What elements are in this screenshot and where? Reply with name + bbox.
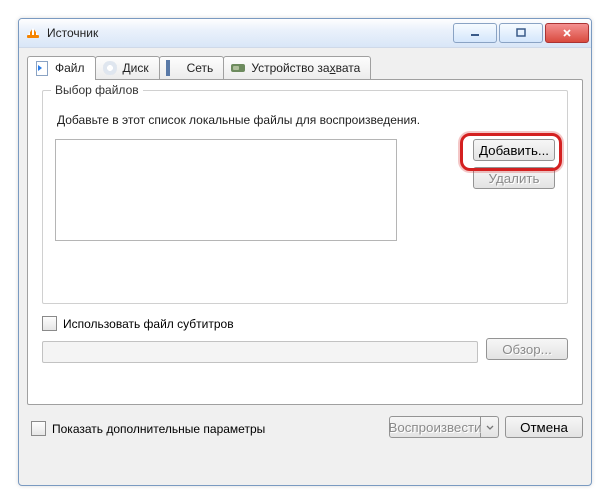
close-button[interactable]	[545, 23, 589, 43]
remove-button: Удалить	[473, 167, 555, 189]
tab-capture[interactable]: Устройство захвата	[223, 56, 371, 79]
checkbox-icon	[42, 316, 57, 331]
tab-file[interactable]: Файл	[27, 56, 96, 80]
tabstrip: Файл Диск Сеть Устройство захвата	[27, 55, 583, 79]
play-split-button[interactable]: Воспроизвести	[389, 416, 499, 444]
dialog-window: Источник Файл Диск Сеть	[18, 18, 592, 486]
titlebar[interactable]: Источник	[19, 19, 591, 48]
hint-text: Добавьте в этот список локальные файлы д…	[57, 113, 555, 127]
tab-label: Устройство захвата	[251, 61, 360, 75]
play-button[interactable]: Воспроизвести	[389, 416, 481, 438]
tab-disc[interactable]: Диск	[95, 56, 160, 79]
browse-button: Обзор...	[486, 338, 568, 360]
disc-icon	[102, 60, 118, 76]
tab-label: Диск	[123, 61, 149, 75]
checkbox-icon	[31, 421, 46, 436]
file-icon	[34, 60, 50, 76]
tab-label: Сеть	[187, 61, 214, 75]
maximize-button[interactable]	[499, 23, 543, 43]
network-icon	[166, 60, 182, 76]
capture-device-icon	[230, 60, 246, 76]
play-dropdown-caret[interactable]	[481, 416, 499, 438]
tab-panel-file: Выбор файлов Добавьте в этот список лока…	[27, 79, 583, 405]
tab-label: Файл	[55, 61, 85, 75]
group-title: Выбор файлов	[51, 83, 143, 97]
subtitle-path-input	[42, 341, 478, 363]
group-file-selection: Выбор файлов Добавьте в этот список лока…	[42, 90, 568, 304]
minimize-button[interactable]	[453, 23, 497, 43]
window-title: Источник	[47, 26, 451, 40]
cancel-button[interactable]: Отмена	[505, 416, 583, 438]
checkbox-label: Использовать файл субтитров	[63, 317, 234, 331]
file-list[interactable]	[55, 139, 397, 241]
vlc-cone-icon	[25, 25, 41, 41]
tab-network[interactable]: Сеть	[159, 56, 225, 79]
use-subtitles-checkbox[interactable]: Использовать файл субтитров	[42, 316, 568, 331]
checkbox-label: Показать дополнительные параметры	[52, 422, 265, 436]
add-button[interactable]: Добавить...	[473, 139, 555, 161]
